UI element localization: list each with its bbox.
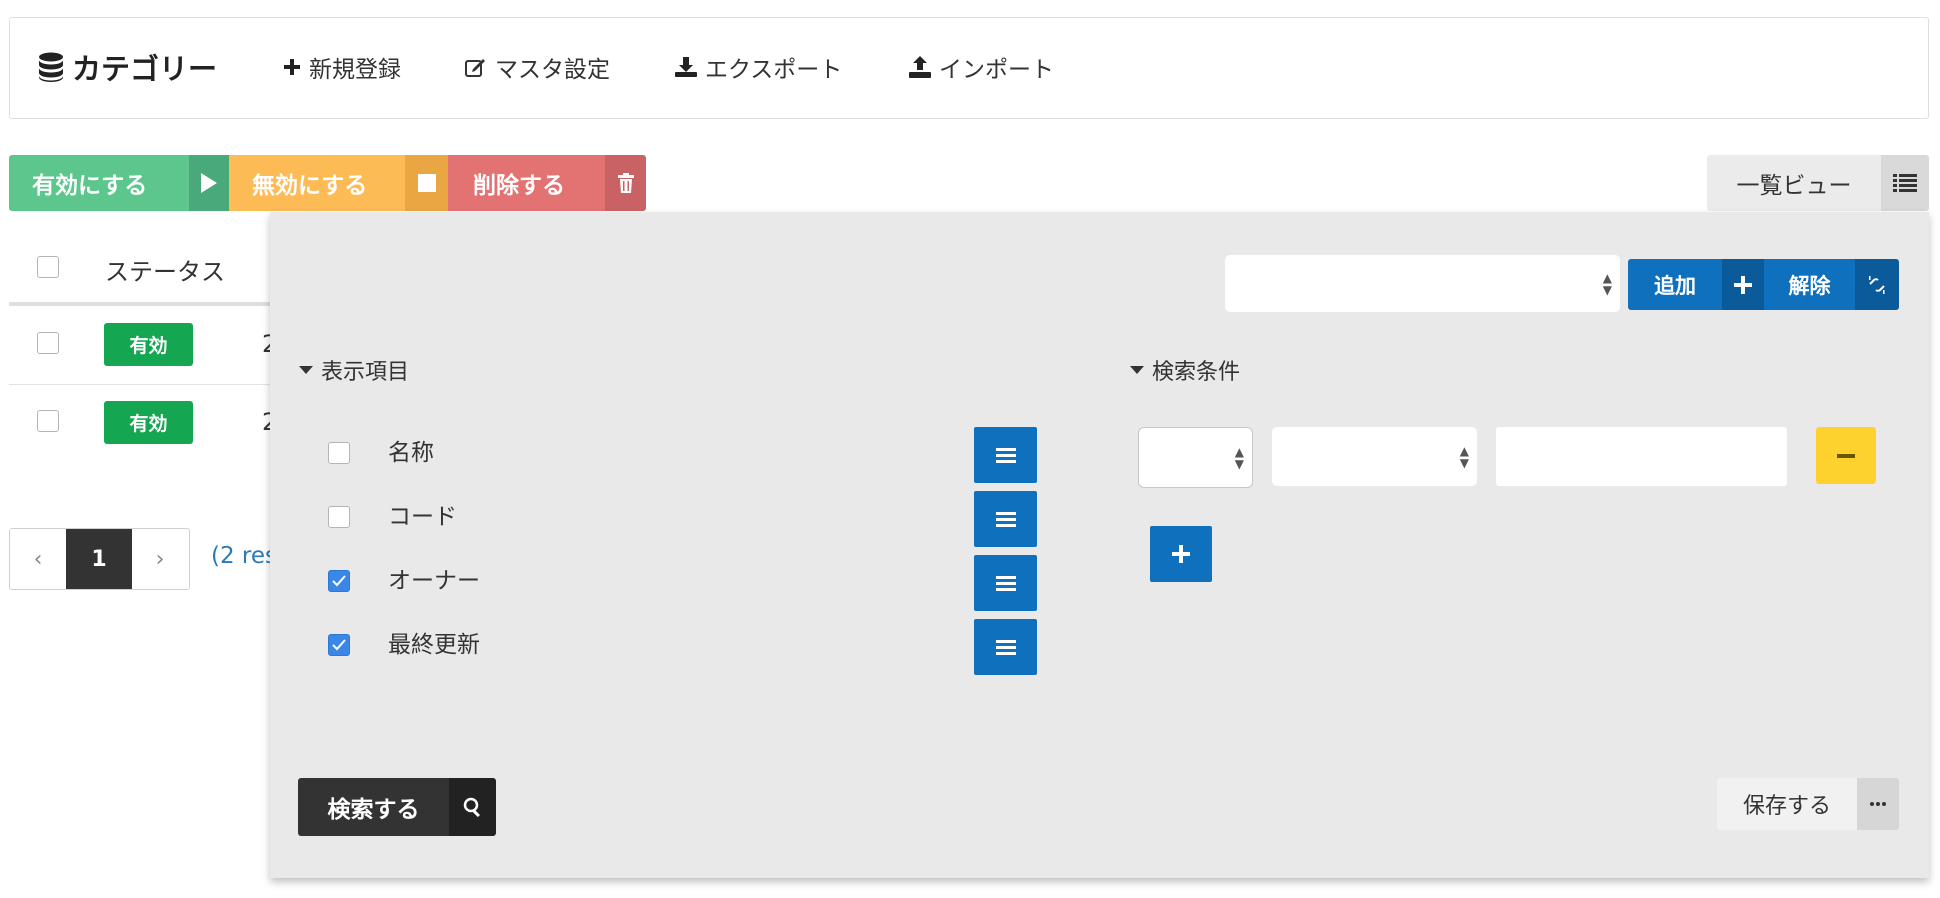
search-conditions-heading: 検索条件 [1152,360,1241,385]
search-button[interactable]: 検索する [298,778,449,836]
display-item-label: 名称 [388,440,434,466]
results-count: (2 res [211,543,278,569]
list-view-toggle[interactable] [1881,155,1929,211]
enable-button[interactable]: 有効にする [9,155,189,211]
display-item-checkbox[interactable] [328,442,350,464]
import-label: インポート [939,57,1054,83]
drag-handle-button[interactable] [974,491,1037,547]
display-item-label: コード [388,504,457,530]
plus-icon [1172,545,1190,563]
search-icon [463,797,483,817]
table-header-divider [9,302,271,306]
view-settings-panel [270,212,1929,878]
search-conditions-toggle[interactable]: 検索条件 [1130,354,1240,386]
edit-icon [465,57,487,77]
disable-button-label: 無効にする [252,173,368,199]
table-row-divider [9,384,271,385]
column-header-status: ステータス [105,258,225,286]
ellipsis-icon [1870,802,1886,806]
display-items-toggle[interactable]: 表示項目 [299,354,409,386]
row-checkbox[interactable] [37,410,59,432]
bars-icon [995,511,1016,527]
select-arrows-icon: ▲ ▼ [1602,270,1612,297]
drag-handle-button[interactable] [974,427,1037,483]
unlink-icon [1867,275,1887,295]
clear-button[interactable]: 解除 [1764,259,1855,310]
display-item-checkbox[interactable] [328,506,350,528]
condition-value-input[interactable] [1496,427,1787,486]
bars-icon [995,639,1016,655]
add-button[interactable]: 追加 [1628,259,1722,310]
next-page-button[interactable]: › [132,529,188,589]
master-settings-link[interactable]: マスタ設定 [465,50,610,84]
check-icon [332,575,346,587]
display-item-checkbox[interactable] [328,570,350,592]
trash-icon [617,173,634,193]
page-title-text: カテゴリー [72,52,218,86]
row-checkbox[interactable] [37,332,59,354]
master-settings-label: マスタ設定 [495,57,610,83]
bars-icon [995,447,1016,463]
clear-button-label: 解除 [1788,273,1831,298]
export-link[interactable]: エクスポート [675,50,842,84]
display-item-checkbox[interactable] [328,634,350,656]
stop-icon [417,174,436,192]
search-icon-button[interactable] [449,778,496,836]
check-icon [332,639,346,651]
condition-field-select[interactable]: ▲ ▼ [1272,427,1477,486]
list-icon [1893,173,1917,193]
export-label: エクスポート [705,57,843,83]
display-item-label: 最終更新 [388,632,480,658]
condition-operator-select[interactable]: ▲ ▼ [1138,427,1253,488]
delete-button[interactable]: 削除する [448,155,605,211]
select-arrows-icon: ▲ ▼ [1234,444,1244,471]
search-button-label: 検索する [327,797,420,823]
pagination: ‹ 1 › [9,528,190,590]
current-page[interactable]: 1 [66,529,132,589]
add-button-label: 追加 [1654,273,1696,298]
status-badge: 有効 [104,323,193,366]
upload-icon [909,56,931,78]
enable-icon-button[interactable] [189,155,229,211]
more-options-button[interactable] [1857,778,1899,830]
add-icon-button[interactable] [1722,259,1764,310]
import-link[interactable]: インポート [909,50,1054,84]
bars-icon [995,575,1016,591]
play-icon [200,173,218,193]
delete-button-label: 削除する [473,173,565,199]
list-view-label: 一覧ビュー [1736,173,1852,199]
display-items-heading: 表示項目 [321,360,410,385]
select-all-checkbox[interactable] [37,256,59,278]
select-arrows-icon: ▲ ▼ [1459,443,1469,470]
enable-button-label: 有効にする [32,173,148,199]
download-icon [675,57,697,77]
plus-icon [1734,275,1752,294]
minus-icon [1837,453,1855,458]
caret-down-icon [299,366,313,374]
plus-icon [283,58,301,76]
saved-view-select[interactable]: ▲ ▼ [1225,255,1620,312]
add-condition-button[interactable] [1150,526,1212,582]
page-title: カテゴリー [38,46,217,88]
status-badge: 有効 [104,401,193,444]
list-view-button[interactable]: 一覧ビュー [1707,155,1881,211]
disable-button[interactable]: 無効にする [229,155,405,211]
clear-icon-button[interactable] [1855,259,1899,310]
prev-page-button[interactable]: ‹ [10,529,66,589]
drag-handle-button[interactable] [974,555,1037,611]
display-item-label: オーナー [388,568,480,594]
delete-icon-button[interactable] [605,155,646,211]
caret-down-icon [1130,366,1144,374]
remove-condition-button[interactable] [1816,427,1876,484]
disable-icon-button[interactable] [405,155,448,211]
drag-handle-button[interactable] [974,619,1037,675]
database-icon [38,52,64,82]
save-button-label: 保存する [1742,794,1831,819]
new-register-link[interactable]: 新規登録 [283,50,401,84]
new-register-label: 新規登録 [309,57,401,83]
save-button[interactable]: 保存する [1717,778,1857,830]
